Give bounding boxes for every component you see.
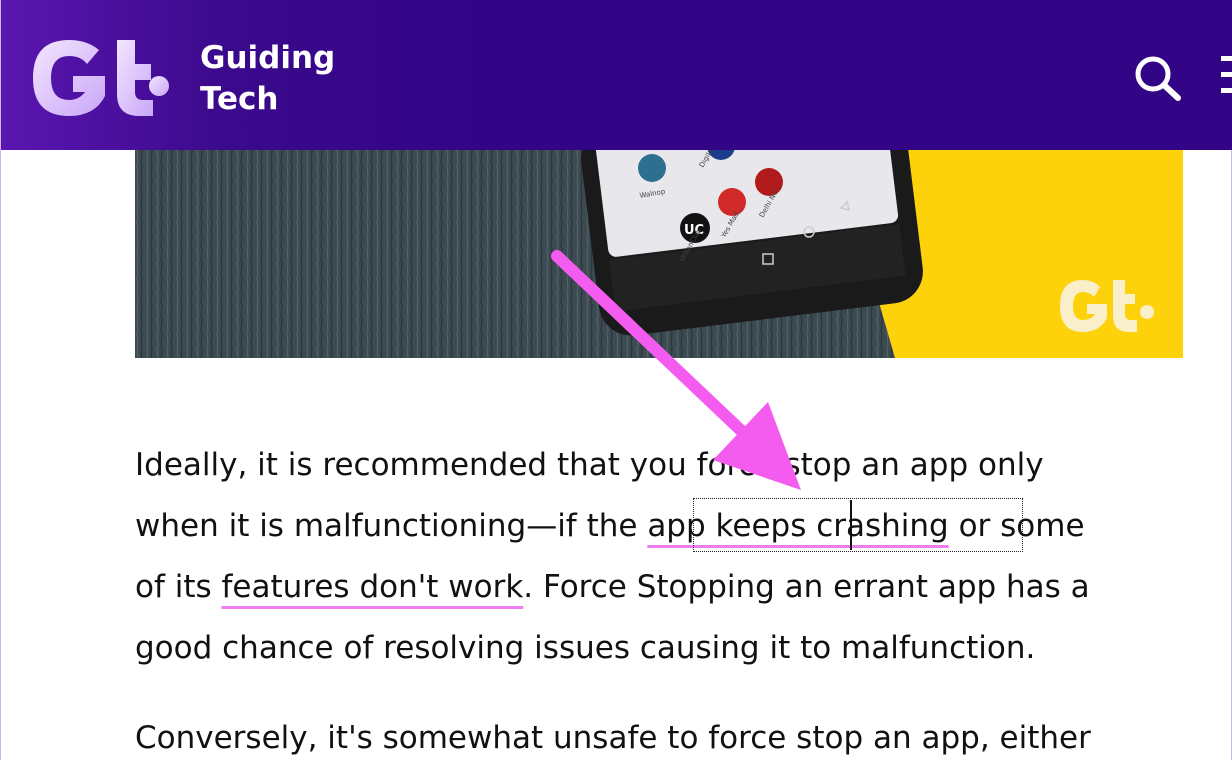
text-cursor — [850, 500, 852, 550]
brand-name[interactable]: Guiding Tech — [200, 38, 335, 120]
gt-logo-icon[interactable] — [27, 36, 177, 120]
article-body: Ideally, it is recommended that you forc… — [135, 435, 1195, 769]
paragraph-line: of its features don't work. Force Stoppi… — [135, 557, 1195, 618]
brand-line-1: Guiding — [200, 40, 336, 76]
paragraph-line: when it is malfunctioning—if the app kee… — [135, 496, 1195, 557]
hero-illustration: UC Walnop DigiLocker UrbanClap Yes Mad..… — [135, 150, 1183, 358]
app-icon-walnop — [638, 154, 666, 182]
text-segment: when it is malfunctioning—if the — [135, 508, 648, 544]
search-icon[interactable] — [1129, 52, 1185, 102]
text-segment: . Force Stopping an errant app has a — [523, 569, 1090, 605]
hamburger-menu-icon[interactable] — [1215, 54, 1232, 96]
paragraph-line: good chance of resolving issues causing … — [135, 630, 1036, 666]
paragraph-line: Ideally, it is recommended that you forc… — [135, 447, 1044, 483]
features-dont-work-link[interactable]: features don't work — [222, 569, 524, 605]
link-focus-outline — [693, 498, 1023, 552]
site-header: Guiding Tech — [1, 0, 1232, 150]
text-segment: of its — [135, 569, 222, 605]
hero-image: UC Walnop DigiLocker UrbanClap Yes Mad..… — [135, 150, 1183, 358]
brand-line-2: Tech — [200, 81, 279, 117]
